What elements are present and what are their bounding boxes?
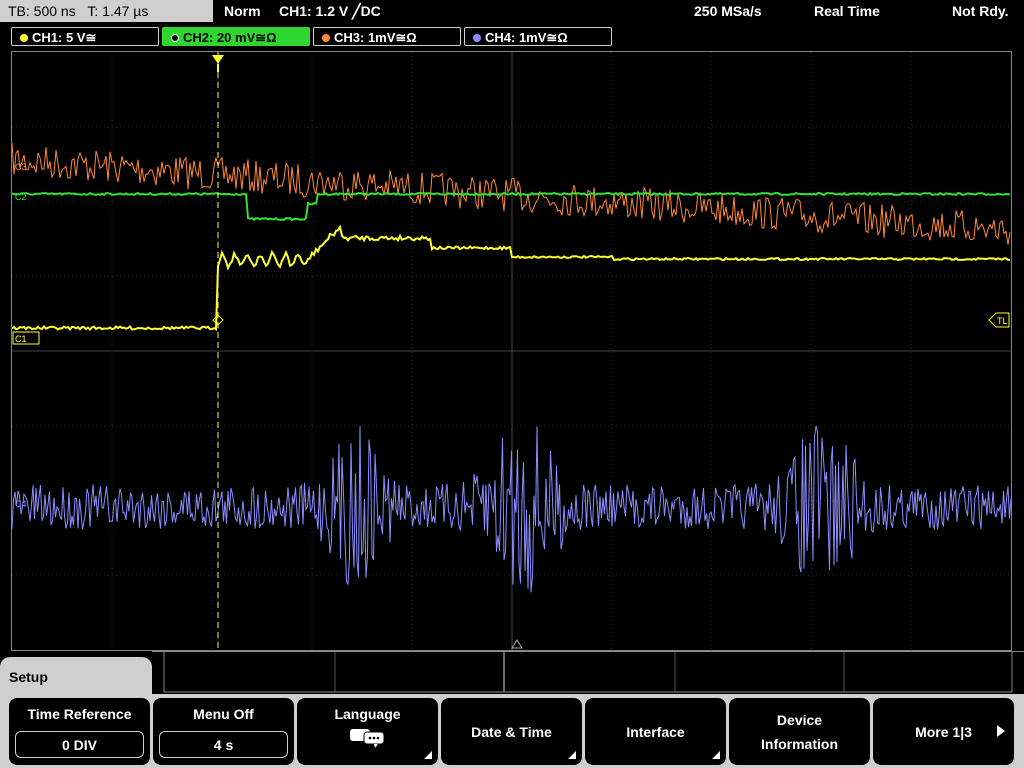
ch2-ground-label: C2 (15, 192, 27, 202)
ch3-color-dot (322, 34, 330, 42)
submenu-corner-icon (424, 751, 432, 759)
ch3-ground-label: C3 (15, 162, 27, 172)
lower-info-strip (152, 651, 1024, 695)
acquisition-state: Not Rdy. (952, 3, 1009, 19)
ch1-tab[interactable]: CH1: 5 V≅ (11, 27, 159, 46)
trigger-time-readout: T: 1.47 µs (87, 3, 149, 19)
speech-bubbles-icon (349, 729, 384, 748)
submenu-corner-icon (712, 751, 720, 759)
more-label: More 1|3 (915, 723, 972, 740)
timebase-box[interactable]: TB: 500 ns T: 1.47 µs (0, 0, 213, 22)
trigger-position-icon[interactable] (212, 55, 224, 64)
time-reference-softkey[interactable]: Time Reference 0 DIV (9, 698, 150, 765)
ch3-tab[interactable]: CH3: 1mV≅Ω (313, 27, 461, 46)
ch4-label: CH4: 1mV≅Ω (485, 30, 568, 45)
menu-off-label: Menu Off (193, 706, 254, 722)
language-label: Language (334, 706, 401, 722)
ch4-color-dot (473, 34, 481, 42)
device-information-softkey[interactable]: Device Information (729, 698, 870, 765)
time-reference-value: 0 DIV (15, 731, 144, 758)
time-reference-label: Time Reference (27, 706, 132, 722)
trigger-position-stem (217, 64, 219, 72)
interface-label: Interface (626, 723, 685, 740)
ch1-color-dot (20, 34, 28, 42)
language-softkey[interactable]: Language (297, 698, 438, 765)
submenu-corner-icon (568, 751, 576, 759)
date-time-softkey[interactable]: Date & Time (441, 698, 582, 765)
interface-softkey[interactable]: Interface (585, 698, 726, 765)
waveform-display[interactable]: TL C1 C3 C2 C4 (11, 51, 1012, 651)
device-information-label: Device Information (761, 711, 838, 752)
acquisition-mode: Real Time (814, 3, 880, 19)
ch2-tab[interactable]: CH2: 20 mV≅Ω (162, 27, 310, 46)
ch1-label: CH1: 5 V≅ (32, 30, 97, 45)
trigger-level-label: TL (997, 316, 1008, 326)
ch4-ground-label: C4 (15, 499, 27, 509)
menu-off-softkey[interactable]: Menu Off 4 s (153, 698, 294, 765)
more-softkey[interactable]: More 1|3 (873, 698, 1014, 765)
ch4-tab[interactable]: CH4: 1mV≅Ω (464, 27, 612, 46)
ch2-label: CH2: 20 mV≅Ω (183, 30, 277, 45)
center-position-marker (511, 639, 523, 649)
date-time-label: Date & Time (471, 723, 552, 740)
ch2-color-dot (171, 34, 179, 42)
ch3-label: CH3: 1mV≅Ω (334, 30, 417, 45)
status-bar: Norm CH1: 1.2 V ╱DC 250 MSa/s Real Time … (216, 0, 1024, 22)
menu-title: Setup (9, 669, 48, 685)
ch1-ground-label: C1 (15, 334, 27, 344)
timebase-readout: TB: 500 ns (8, 3, 76, 19)
waveform-canvas[interactable]: TL C1 C3 C2 C4 (11, 52, 1012, 650)
arrow-right-icon (997, 725, 1005, 737)
trigger-mode[interactable]: Norm (224, 0, 261, 22)
menu-title-tab: Setup (0, 657, 152, 697)
lower-strip-grid (163, 652, 1013, 693)
sample-rate: 250 MSa/s (694, 3, 762, 19)
menu-off-value: 4 s (159, 731, 288, 758)
trigger-info[interactable]: CH1: 1.2 V ╱DC (279, 0, 381, 22)
ch1-waveform (11, 224, 1011, 332)
